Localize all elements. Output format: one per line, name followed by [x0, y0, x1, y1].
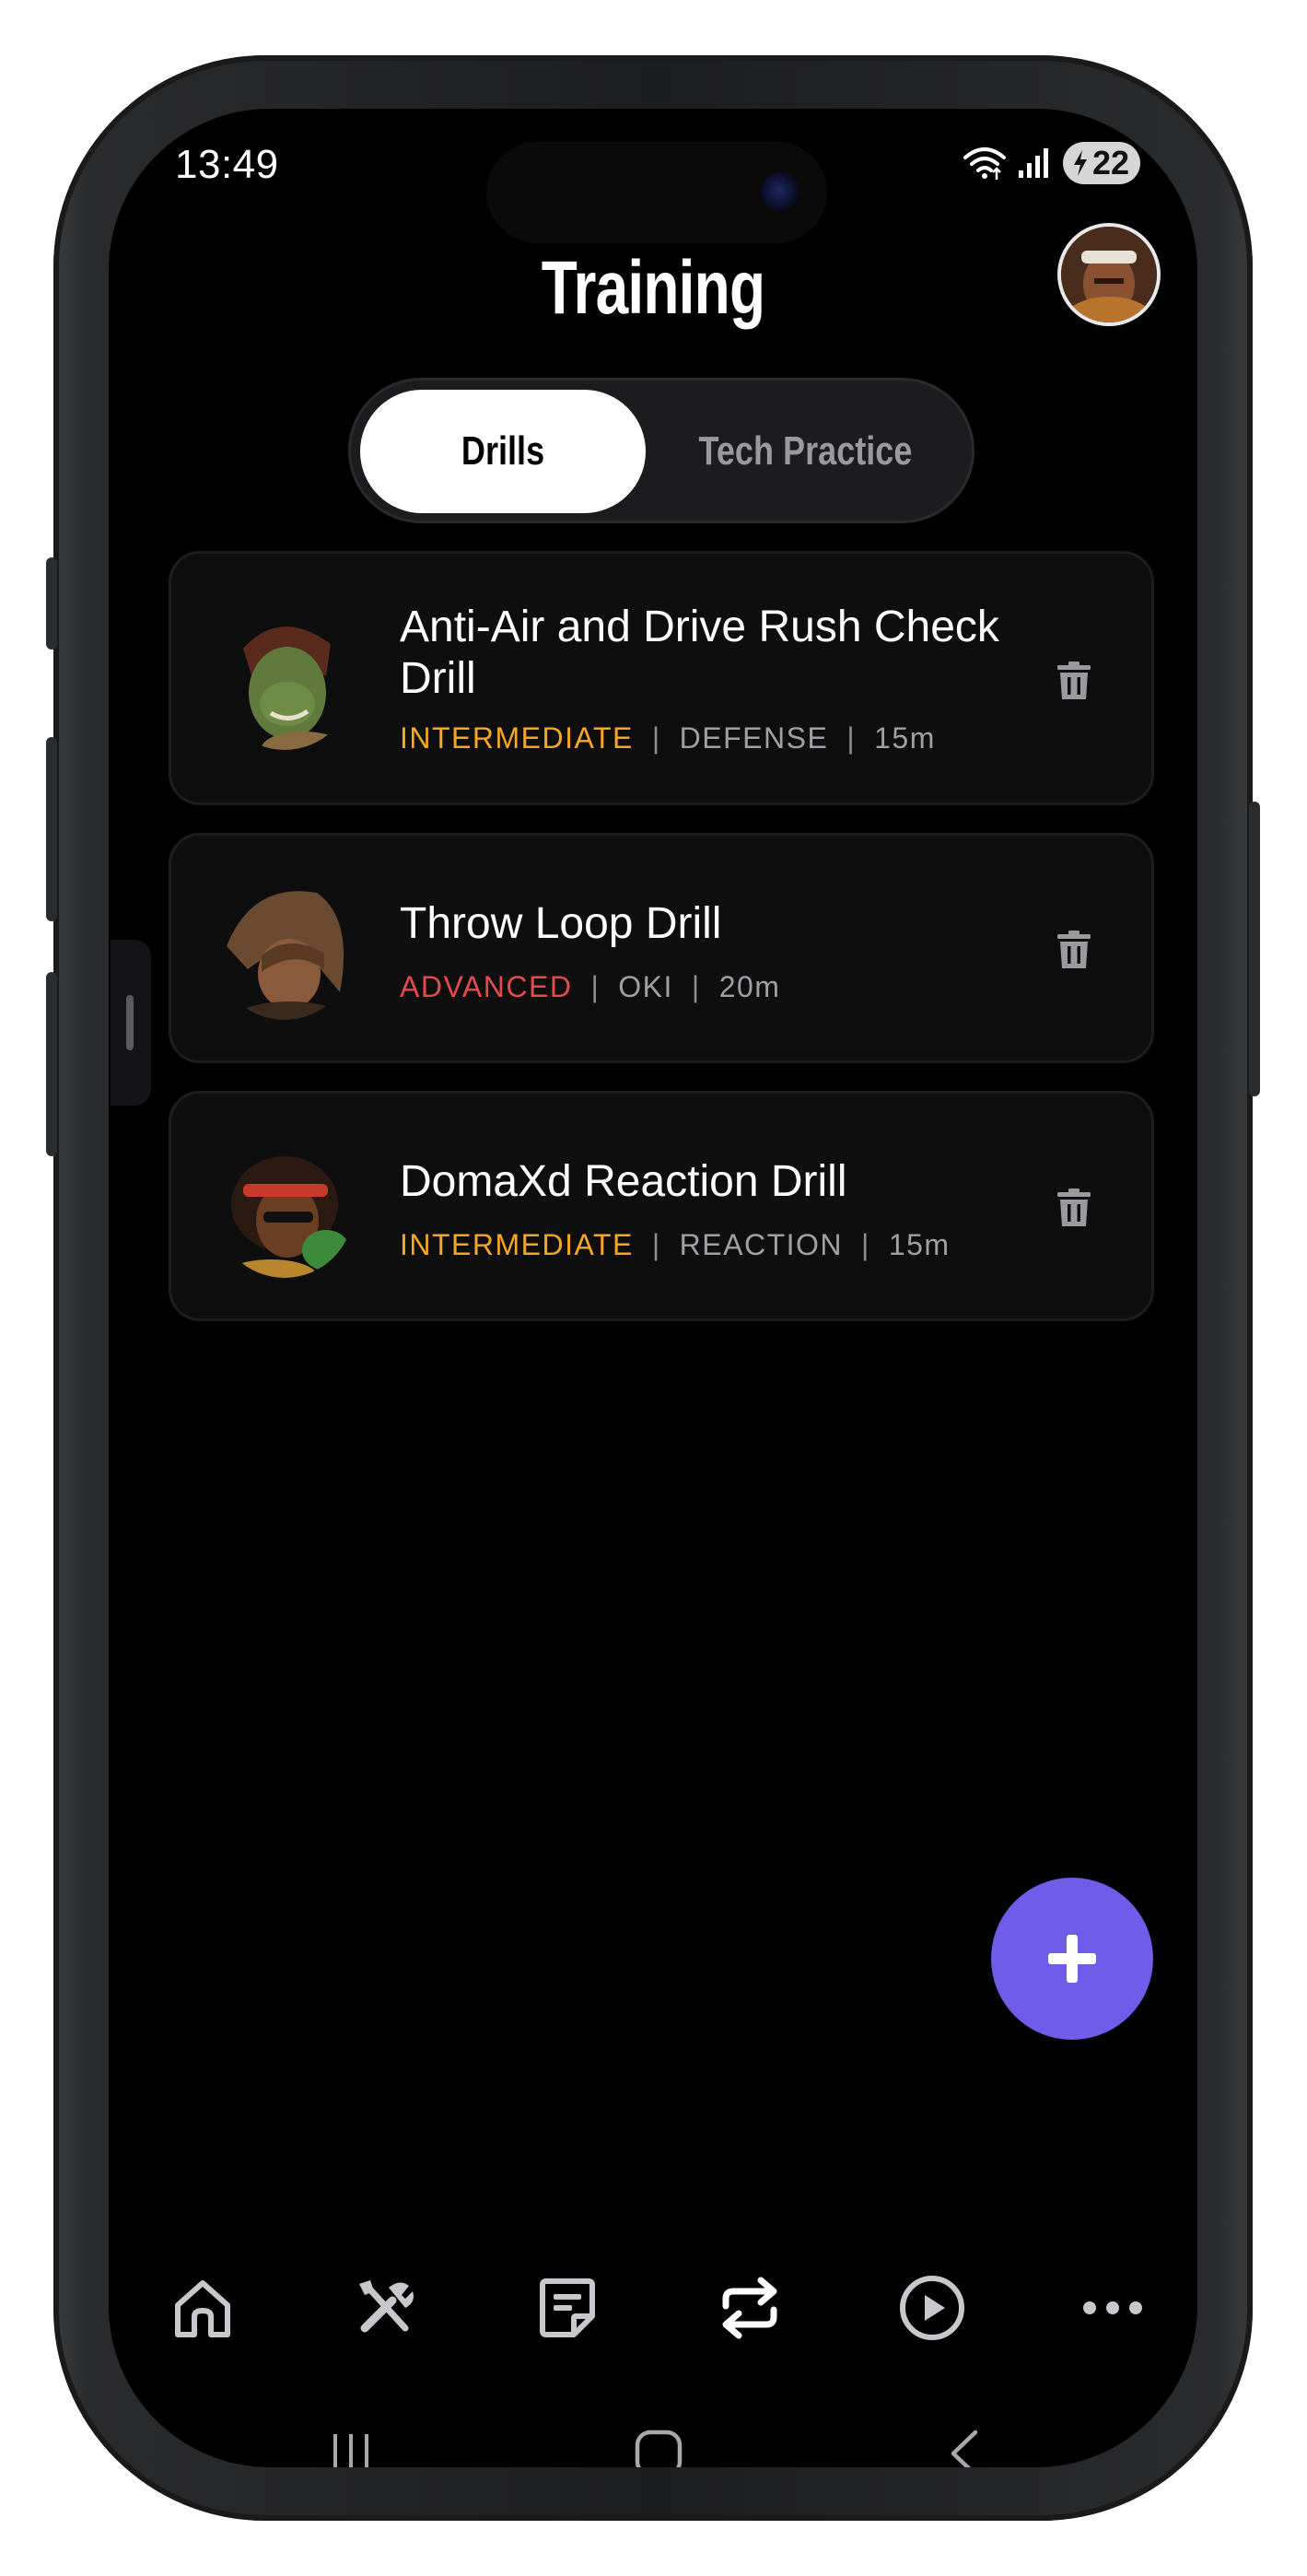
edge-panel-handle[interactable]: [111, 940, 151, 1106]
battery-indicator: 22: [1062, 142, 1140, 184]
drill-duration: 20m: [718, 970, 781, 1003]
drill-card[interactable]: DomaXd Reaction Drill INTERMEDIATE | REA…: [169, 1091, 1154, 1321]
drill-category: DEFENSE: [679, 721, 829, 755]
home-system-button[interactable]: [608, 2412, 709, 2467]
page-title: Training: [541, 246, 765, 330]
action-button: [46, 557, 57, 650]
drill-duration: 15m: [874, 721, 936, 755]
character-portrait-image: [216, 882, 354, 1020]
repeat-icon: [722, 2277, 777, 2339]
drill-card[interactable]: Throw Loop Drill ADVANCED | OKI | 20m: [169, 833, 1154, 1063]
tab-tech-practice-label: Tech Practice: [698, 428, 912, 474]
bottom-nav: [109, 2257, 1197, 2368]
delete-drill-button[interactable]: [1052, 659, 1096, 703]
status-icons: 22: [962, 142, 1140, 184]
character-avatar: [216, 612, 354, 750]
app-screen: 13:49 22 Training Drills Tech Practice A…: [109, 109, 1197, 2467]
drill-meta: ADVANCED | OKI | 20m: [400, 970, 780, 1004]
drill-title: Throw Loop Drill: [400, 899, 722, 948]
character-avatar: [216, 882, 354, 1020]
recent-apps-button[interactable]: [300, 2412, 402, 2467]
drill-level: ADVANCED: [400, 970, 573, 1003]
meta-separator: |: [691, 970, 701, 1003]
nav-training[interactable]: [694, 2257, 805, 2359]
plus-icon: [1048, 1935, 1096, 1983]
trash-icon: [1057, 662, 1091, 699]
drill-category: OKI: [618, 970, 673, 1003]
status-time: 13:49: [175, 142, 279, 187]
meta-separator: |: [861, 1228, 870, 1261]
tab-switcher: Drills Tech Practice: [348, 378, 974, 523]
home-icon: [175, 2280, 230, 2337]
character-portrait-image: [216, 612, 354, 750]
drill-title: Anti-Air and Drive Rush Check Drill: [400, 603, 999, 703]
signal-icon: [1018, 148, 1048, 178]
drill-level: INTERMEDIATE: [400, 1228, 634, 1261]
nav-play[interactable]: [877, 2257, 987, 2359]
drill-duration: 15m: [888, 1228, 951, 1261]
avatar-image: [1061, 227, 1157, 322]
character-portrait-image: [216, 1140, 354, 1278]
front-camera: [761, 172, 801, 213]
drill-meta: INTERMEDIATE | DEFENSE | 15m: [400, 721, 936, 755]
power-button: [1249, 802, 1260, 1096]
play-icon: [900, 2276, 964, 2340]
dynamic-island: [486, 142, 827, 243]
drill-meta: INTERMEDIATE | REACTION | 15m: [400, 1228, 951, 1262]
back-icon: [951, 2430, 978, 2467]
meta-separator: |: [651, 721, 661, 755]
drill-title: DomaXd Reaction Drill: [400, 1157, 847, 1206]
volume-up-button: [46, 737, 57, 921]
nav-home[interactable]: [147, 2257, 258, 2359]
meta-separator: |: [846, 721, 857, 755]
drill-category: REACTION: [679, 1228, 844, 1261]
drill-card[interactable]: Anti-Air and Drive Rush Check Drill INTE…: [169, 551, 1154, 805]
nav-tools[interactable]: [330, 2257, 440, 2359]
recent-apps-icon: [333, 2434, 368, 2467]
notes-icon: [540, 2278, 595, 2337]
back-system-button[interactable]: [914, 2412, 1015, 2467]
delete-drill-button[interactable]: [1052, 928, 1096, 972]
home-system-icon: [635, 2430, 683, 2467]
character-avatar: [216, 1140, 354, 1278]
nav-notes[interactable]: [512, 2257, 623, 2359]
tools-icon: [359, 2280, 414, 2333]
volume-down-button: [46, 972, 57, 1156]
delete-drill-button[interactable]: [1052, 1186, 1096, 1230]
add-drill-button[interactable]: [991, 1878, 1153, 2040]
trash-icon: [1057, 1188, 1091, 1226]
system-nav: [109, 2412, 1197, 2467]
battery-level: 22: [1091, 144, 1129, 181]
drill-level: INTERMEDIATE: [400, 721, 634, 755]
meta-separator: |: [590, 970, 601, 1003]
tab-drills[interactable]: Drills: [360, 390, 646, 513]
wifi-icon: [963, 147, 1006, 180]
meta-separator: |: [651, 1228, 661, 1261]
charging-bolt-icon: [1073, 150, 1087, 176]
trash-icon: [1057, 931, 1091, 968]
tab-drills-label: Drills: [461, 428, 545, 474]
profile-avatar[interactable]: [1057, 223, 1161, 326]
tab-tech-practice[interactable]: Tech Practice: [646, 390, 964, 513]
nav-more[interactable]: [1057, 2257, 1168, 2359]
more-icon: [1083, 2301, 1142, 2314]
